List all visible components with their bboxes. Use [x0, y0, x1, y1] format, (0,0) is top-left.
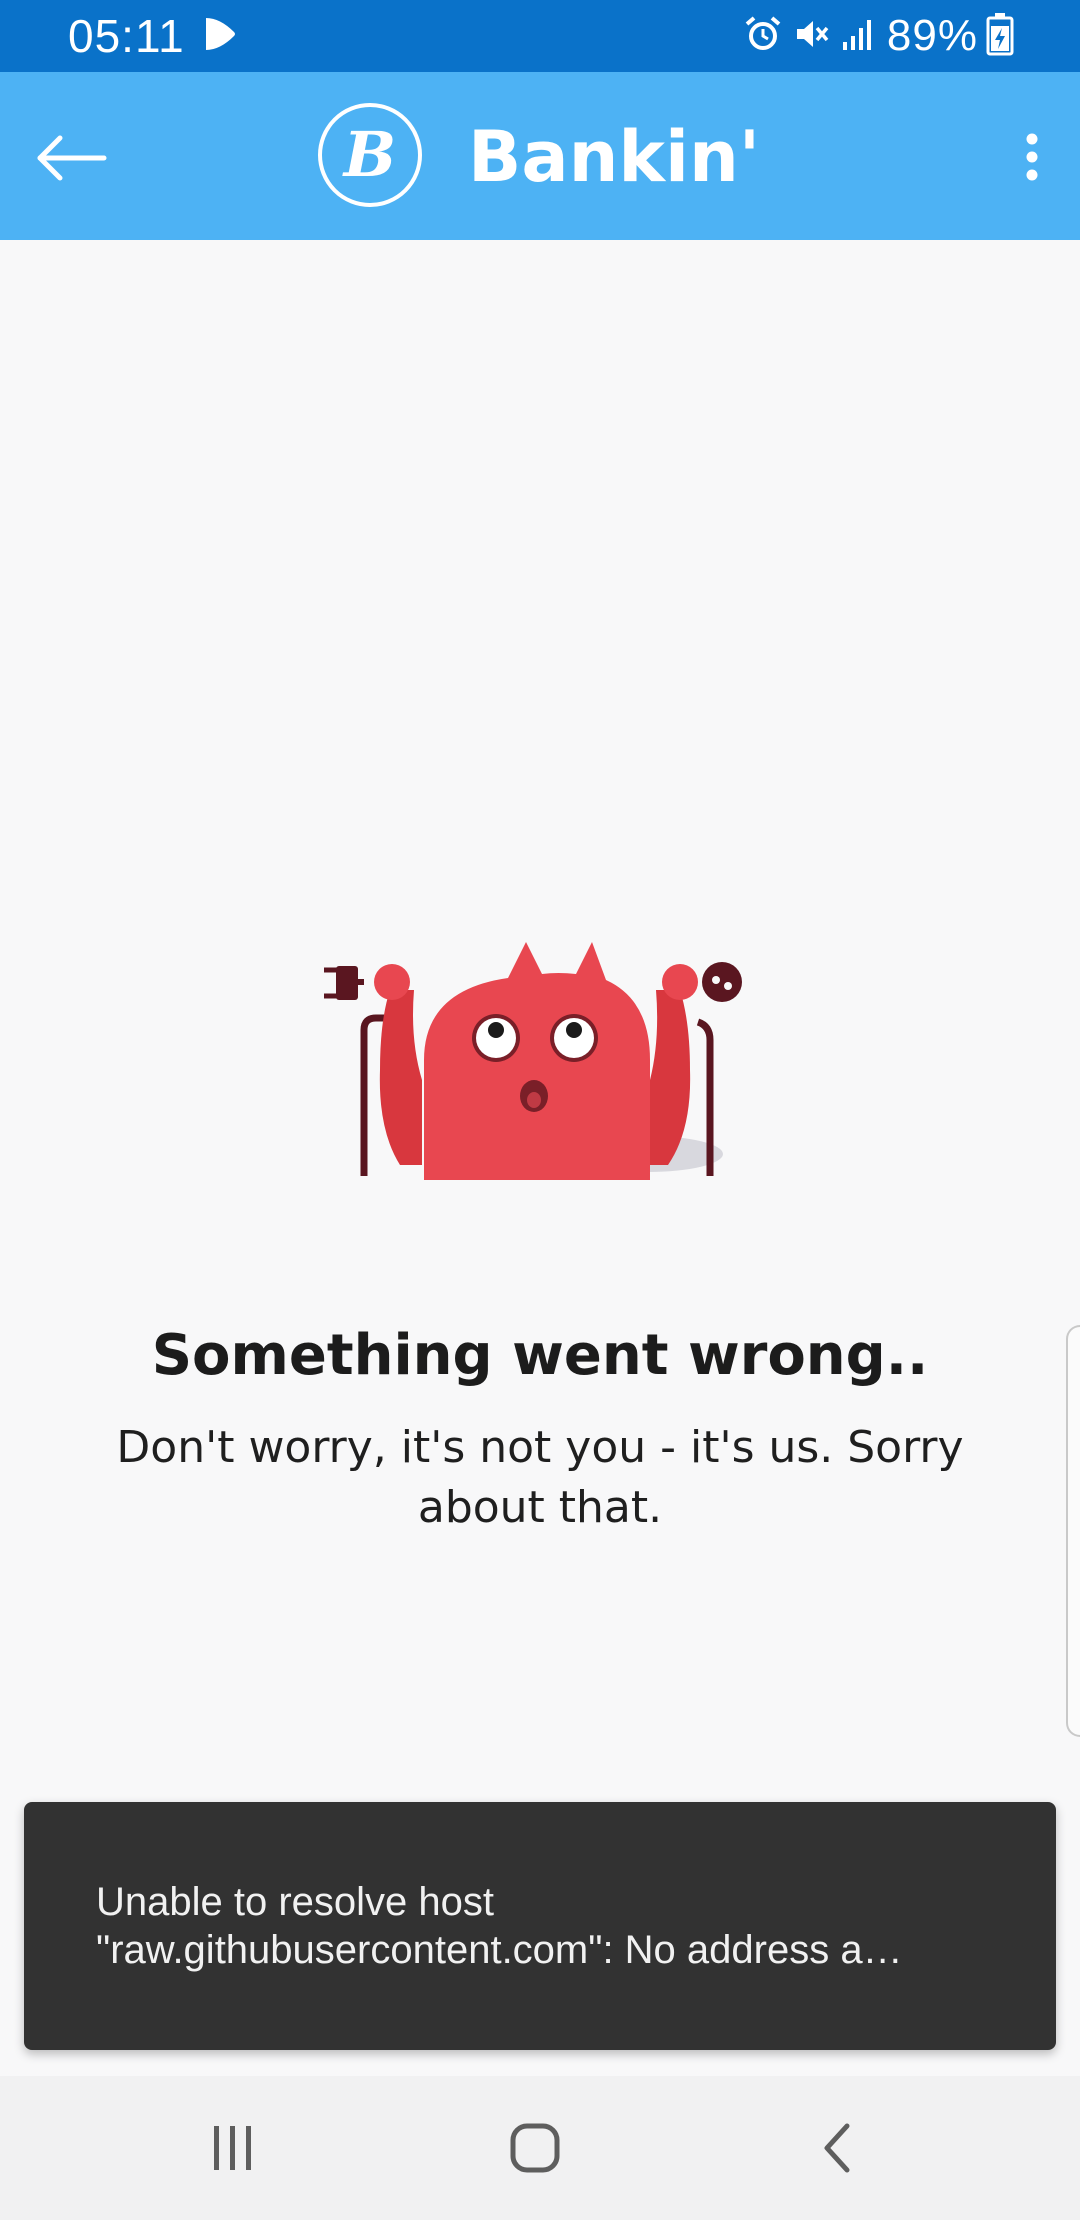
- snackbar-line-2: "raw.githubusercontent.com": No address …: [96, 1928, 903, 1972]
- back-button[interactable]: [30, 116, 114, 200]
- play-icon: [200, 14, 240, 54]
- arrow-left-icon: [37, 135, 107, 181]
- status-time: 05:11: [68, 10, 185, 62]
- more-options-button[interactable]: [1000, 112, 1064, 202]
- unplugged-monster-illustration: [318, 930, 758, 1200]
- snackbar-message: Unable to resolve host "raw.githubuserco…: [96, 1878, 1016, 1974]
- error-title: Something went wrong..: [151, 1323, 929, 1388]
- error-snackbar: Unable to resolve host "raw.githubuserco…: [24, 1802, 1056, 2050]
- error-message: Don't worry, it's not you - it's us. Sor…: [110, 1418, 970, 1538]
- status-bar: 05:11 89%: [0, 0, 1080, 72]
- snackbar-line-1: Unable to resolve host: [96, 1880, 495, 1924]
- error-message-line-1: Don't worry, it's not you - it's us. Sor…: [116, 1422, 964, 1473]
- battery-percent: 89%: [886, 11, 978, 60]
- alarm-icon: [743, 14, 783, 59]
- system-nav-bar: [0, 2076, 1080, 2220]
- app-title: Bankin': [468, 116, 761, 198]
- home-icon: [510, 2123, 560, 2173]
- recents-button[interactable]: [178, 2100, 288, 2196]
- home-button[interactable]: [480, 2100, 590, 2196]
- status-icons: 89%: [743, 8, 1014, 64]
- system-back-button[interactable]: [782, 2100, 892, 2196]
- battery-charging-icon: [986, 12, 1014, 61]
- recents-icon: [214, 2126, 251, 2170]
- edge-panel-handle[interactable]: [1066, 1325, 1080, 1737]
- logo-letter: B: [342, 118, 396, 191]
- more-vert-icon: [1026, 133, 1038, 181]
- signal-icon: [839, 14, 879, 59]
- error-message-line-2: about that.: [417, 1482, 663, 1533]
- back-chevron-icon: [824, 2123, 850, 2173]
- app-bar: B Bankin': [0, 72, 1080, 240]
- error-screen: 05:11 89% B Bankin' Something went wrong…: [0, 0, 1080, 2220]
- bankin-logo: B: [317, 102, 423, 208]
- mute-icon: [791, 14, 831, 59]
